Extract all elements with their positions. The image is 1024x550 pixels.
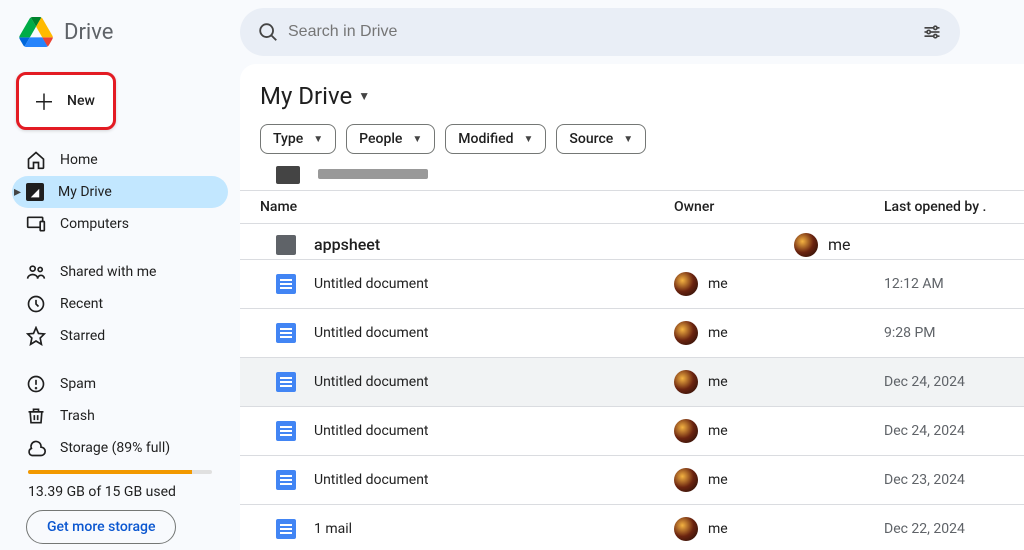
storage-progress (28, 470, 212, 474)
caret-down-icon: ▼ (524, 134, 534, 145)
avatar (674, 517, 698, 541)
sidebar-item-label: Starred (60, 328, 105, 344)
avatar (794, 233, 818, 257)
sidebar-item-home[interactable]: Home (12, 144, 228, 176)
sidebar-item-label: Spam (60, 376, 96, 392)
breadcrumb[interactable]: My Drive ▼ (240, 82, 1024, 124)
app-name: Drive (64, 20, 113, 45)
search-options-icon[interactable] (912, 12, 952, 52)
col-owner[interactable]: Owner (674, 199, 884, 215)
avatar (674, 468, 698, 492)
sidebar-item-recent[interactable]: Recent (12, 288, 228, 320)
table-row[interactable]: Untitled documentmeDec 24, 2024 (240, 407, 1024, 456)
sidebar-item-label: Home (60, 152, 98, 168)
sidebar-item-label: My Drive (58, 184, 112, 200)
filter-source[interactable]: Source▼ (556, 124, 646, 154)
chevron-down-icon: ▼ (358, 89, 370, 103)
table-row[interactable]: Untitled documentmeDec 24, 2024 (240, 358, 1024, 407)
table-row[interactable]: Untitled documentmeDec 23, 2024 (240, 456, 1024, 505)
filter-bar: Type▼ People▼ Modified▼ Source▼ (240, 124, 1024, 164)
computers-icon (26, 214, 46, 234)
avatar (674, 419, 698, 443)
starred-icon (26, 326, 46, 346)
sidebar-item-shared[interactable]: Shared with me (12, 256, 228, 288)
shared-icon (26, 262, 46, 282)
new-button[interactable]: ＋ New (16, 72, 116, 130)
sidebar: ＋ New Home ▸ ◢ My Drive Computers Shared… (0, 64, 240, 550)
table-header: Name Owner Last opened by . (240, 191, 1024, 224)
trash-icon (26, 406, 46, 426)
sidebar-item-storage[interactable]: Storage (89% full) (12, 432, 228, 464)
get-storage-button[interactable]: Get more storage (26, 510, 176, 544)
sidebar-item-computers[interactable]: Computers (12, 208, 228, 240)
avatar (674, 272, 698, 296)
sidebar-item-label: Trash (60, 408, 95, 424)
storage-text: 13.39 GB of 15 GB used (28, 484, 212, 500)
plus-icon: ＋ (33, 85, 55, 117)
search-icon[interactable] (248, 12, 288, 52)
sidebar-item-my-drive[interactable]: ▸ ◢ My Drive (12, 176, 228, 208)
breadcrumb-title: My Drive (260, 82, 352, 110)
docs-icon (276, 372, 296, 392)
table-row[interactable]: 1 mailmeDec 22, 2024 (240, 505, 1024, 550)
drive-icon: ◢ (26, 183, 44, 201)
caret-down-icon: ▼ (412, 134, 422, 145)
avatar (674, 370, 698, 394)
sidebar-item-label: Shared with me (60, 264, 156, 280)
sidebar-item-label: Computers (60, 216, 129, 232)
sidebar-item-starred[interactable]: Starred (12, 320, 228, 352)
docs-icon (276, 470, 296, 490)
caret-down-icon: ▼ (623, 134, 633, 145)
search-input[interactable] (288, 23, 912, 41)
table-row-partial (240, 164, 1024, 191)
recent-icon (26, 294, 46, 314)
table-row[interactable]: Untitled documentme9:28 PM (240, 309, 1024, 358)
col-name[interactable]: Name (260, 199, 674, 215)
filter-people[interactable]: People▼ (346, 124, 435, 154)
main-content: My Drive ▼ Type▼ People▼ Modified▼ Sourc… (240, 64, 1024, 550)
filter-type[interactable]: Type▼ (260, 124, 336, 154)
caret-down-icon: ▼ (313, 134, 323, 145)
home-icon (26, 150, 46, 170)
docs-icon (276, 519, 296, 539)
docs-icon (276, 421, 296, 441)
docs-icon (276, 274, 296, 294)
drive-logo[interactable] (16, 12, 56, 52)
sidebar-item-trash[interactable]: Trash (12, 400, 228, 432)
table-row[interactable]: Untitled documentme12:12 AM (240, 260, 1024, 309)
docs-icon (276, 323, 296, 343)
filter-modified[interactable]: Modified▼ (445, 124, 546, 154)
table-row[interactable]: appsheet me (240, 224, 1024, 260)
sidebar-item-spam[interactable]: Spam (12, 368, 228, 400)
col-date[interactable]: Last opened by . (884, 199, 1004, 215)
folder-icon (276, 235, 296, 255)
sidebar-item-label: Recent (60, 296, 103, 312)
expand-icon: ▸ (14, 184, 21, 200)
spam-icon (26, 374, 46, 394)
search-bar[interactable] (240, 8, 960, 56)
avatar (674, 321, 698, 345)
sidebar-item-label: Storage (89% full) (60, 440, 170, 456)
storage-icon (26, 438, 46, 458)
